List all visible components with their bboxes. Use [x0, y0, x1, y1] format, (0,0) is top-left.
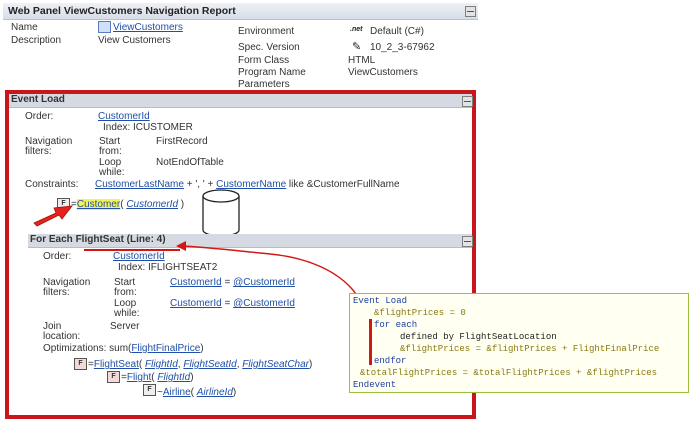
tree-paren-close: ) [232, 387, 237, 398]
program-name-value: ViewCustomers [348, 67, 418, 78]
customer-key-link[interactable]: CustomerId [126, 199, 178, 210]
database-icon [202, 189, 240, 237]
constraints-label: Constraints: [25, 179, 79, 190]
code-line-foreach: for each [374, 320, 418, 330]
annotation-curve-arrow [84, 241, 368, 349]
dotnet-icon: .net [350, 26, 363, 33]
program-name-label: Program Name [238, 67, 306, 78]
constraint-like-text: like &CustomerFullName [288, 179, 400, 190]
constraint-attr-lastname-link[interactable]: CustomerLastName [95, 179, 184, 190]
code-line-endfor: endfor [374, 356, 407, 366]
foreach-filters-label: filters: [43, 287, 70, 298]
table-paren-open: ( [120, 199, 124, 210]
tree-paren-close: ) [190, 372, 194, 383]
source-code-box: Event Load &flightPrices = 0 for each de… [349, 293, 689, 393]
tree-paren-open: ( [151, 372, 155, 383]
form-class-value: HTML [348, 55, 376, 66]
tree-table-airline-link[interactable]: Airline [163, 387, 191, 398]
tree-paren-open: ( [190, 387, 194, 398]
tree-table-icon: F [107, 371, 120, 383]
report-title-bar: Web Panel ViewCustomers Navigation Repor… [3, 3, 478, 20]
tree-table-flight-link[interactable]: Flight [127, 372, 151, 383]
spec-version-value: 10_2_3-67962 [370, 42, 435, 53]
code-line-assign: &flightPrices = 0 [374, 308, 466, 318]
name-label: Name [11, 22, 38, 33]
tree-key-link[interactable]: AirlineId [197, 387, 233, 398]
spec-version-label: Spec. Version [238, 42, 300, 53]
code-line-sum: &flightPrices = &flightPrices + FlightFi… [400, 344, 660, 354]
table-access-line: =Customer( CustomerId ) [71, 199, 184, 210]
report-title: Web Panel ViewCustomers Navigation Repor… [8, 5, 236, 17]
loop-value: NotEndOfTable [156, 157, 224, 168]
collapse-event-load-icon[interactable] [462, 96, 473, 107]
code-foreach-bracket [369, 319, 372, 365]
environment-label: Environment [238, 26, 295, 37]
tree-key-link[interactable]: FlightId [157, 372, 190, 383]
code-line-event: Event Load [353, 296, 408, 306]
join-location-label: location: [43, 331, 81, 342]
tree-row-flightseat: =FlightSeat( FlightId, FlightSeatId, Fli… [88, 359, 313, 370]
red-pointer-arrow-icon [33, 205, 73, 227]
name-value-link[interactable]: ViewCustomers [113, 22, 183, 33]
tree-row-airline: ~Airline( AirlineId) [157, 387, 236, 398]
event-load-title: Event Load [11, 94, 65, 105]
tree-key-link[interactable]: FlightId [145, 359, 178, 370]
parameters-label: Parameters [238, 79, 290, 88]
genexus-icon: ✎ [352, 41, 362, 53]
collapse-report-icon[interactable] [465, 6, 476, 17]
collapse-foreach-icon[interactable] [462, 236, 473, 247]
code-line-endevent: Endevent [353, 380, 397, 390]
table-paren-close: ) [180, 199, 185, 210]
tree-row-flight: =Flight( FlightId) [121, 372, 194, 383]
description-label: Description [11, 35, 62, 46]
tree-key-link[interactable]: FlightSeatChar [242, 359, 309, 370]
order-attribute-link[interactable]: CustomerId [98, 111, 150, 122]
tree-table-flightseat-link[interactable]: FlightSeat [94, 359, 139, 370]
filters-label: filters: [25, 146, 52, 157]
constraints-expression: CustomerLastName + ', ' + CustomerName l… [95, 179, 400, 190]
tree-table-icon: F [74, 358, 87, 370]
start-from-label: from: [99, 146, 122, 157]
tree-paren-close: ) [309, 359, 313, 370]
loop-while-label: while: [99, 167, 125, 178]
code-line-defined-by: defined by FlightSeatLocation [400, 332, 557, 342]
tree-table-icon: F [143, 384, 156, 396]
code-line-total: &totalFlightPrices = &totalFlightPrices … [360, 368, 658, 378]
customer-table-link[interactable]: Customer [76, 199, 121, 210]
index-text: Index: ICUSTOMER [103, 122, 193, 133]
foreach-order-label: Order: [43, 251, 72, 262]
description-value: View Customers [98, 35, 171, 46]
environment-value: Default (C#) [370, 26, 424, 37]
start-value: FirstRecord [156, 136, 208, 147]
tree-key-link[interactable]: FlightSeatId [183, 359, 236, 370]
tree-paren-open: ( [138, 359, 143, 370]
form-class-label: Form Class [238, 55, 290, 66]
webpanel-icon [98, 21, 111, 33]
order-label: Order: [25, 111, 54, 122]
event-load-header: Event Load [9, 94, 472, 108]
